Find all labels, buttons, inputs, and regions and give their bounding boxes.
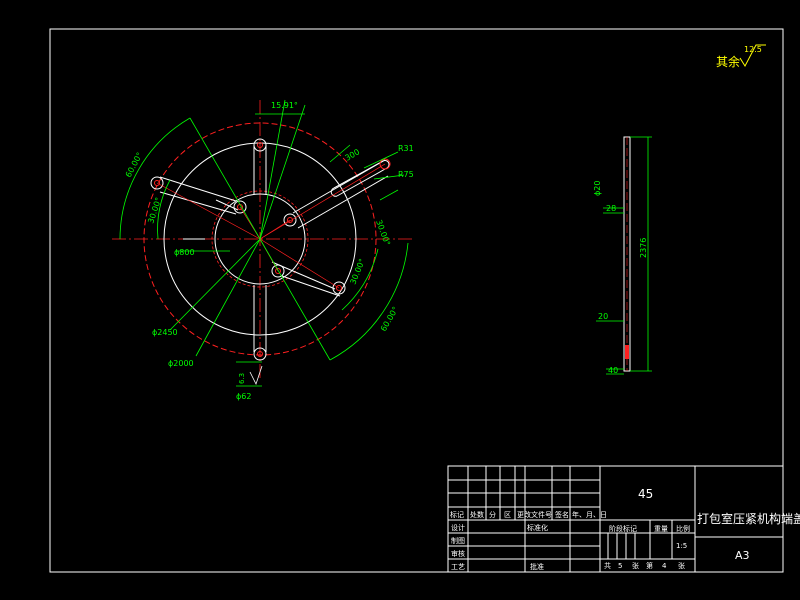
cad-drawing: 其余 12.5 15.91° 60.00° 30.00° 30.00° 30.0…: [49, 28, 800, 573]
rev-part: 分: [489, 510, 496, 519]
section-dim-2376: 2376: [639, 238, 648, 258]
label-design: 设计: [451, 523, 465, 532]
dim-300: 300: [344, 147, 362, 162]
stage-mark-label: 阶段标记: [609, 524, 637, 533]
plan-view: 15.91° 60.00° 30.00° 30.00° 30.00° 60.00…: [112, 99, 414, 401]
sheet-number: 4: [662, 562, 667, 570]
section-dim-28: 28: [606, 204, 616, 213]
dia-62: ϕ62: [236, 392, 251, 401]
dia-2450: ϕ2450: [152, 328, 178, 337]
sheet-number-prefix: 第: [646, 561, 653, 570]
dia-2000: ϕ2000: [168, 359, 194, 368]
label-process: 工艺: [451, 563, 465, 571]
section-dia-20: ϕ20: [593, 181, 602, 196]
weight-label: 重量: [654, 525, 668, 533]
rev-zone: 区: [504, 511, 511, 519]
section-mark: [625, 345, 629, 359]
section-dim-40: 40: [608, 366, 618, 375]
label-standardize: 标准化: [527, 523, 548, 532]
dim-r75: R75: [398, 170, 414, 179]
roughness-value: 6.3: [238, 373, 246, 384]
part-name: 打包室压紧机构端盖: [697, 511, 800, 526]
surface-finish-note: 其余 12.5: [716, 44, 766, 69]
angle-30-right-bottom: 30.00°: [349, 257, 367, 285]
title-block-text: 45 打包室压紧机构端盖 A3 1:5 标记 处数 分 区 更改文件号 签名 年…: [450, 487, 800, 571]
rev-date: 年、月、日: [572, 510, 607, 519]
rev-mark: 标记: [450, 510, 464, 519]
sheet-size: A3: [735, 549, 750, 562]
rev-sign: 签名: [555, 510, 569, 519]
label-drawing: 制图: [451, 536, 465, 545]
material: 45: [638, 487, 653, 501]
dim-r31: R31: [398, 144, 414, 153]
rev-count: 处数: [470, 510, 484, 519]
scale-value: 1:5: [676, 542, 687, 550]
angle-15-91: 15.91°: [271, 101, 298, 110]
angle-60-right: 60.00°: [379, 305, 400, 333]
section-dim-20: 20: [598, 312, 608, 321]
rev-doc: 更改文件号: [517, 510, 552, 519]
label-approve: 批准: [530, 562, 544, 571]
sheets-total-prefix: 共: [604, 561, 611, 570]
angle-30-right-top: 30.00°: [374, 219, 392, 247]
sheets-total-suffix: 张: [632, 561, 639, 570]
section-view: ϕ20 28 2376 20 40: [593, 136, 652, 375]
label-review: 审核: [451, 549, 465, 558]
sheets-total: 5: [618, 562, 622, 570]
sheet-number-suffix: 张: [678, 561, 685, 570]
dia-800: ϕ800: [174, 248, 195, 257]
scale-label: 比例: [676, 524, 690, 533]
angle-30-left: 30.00°: [146, 196, 163, 224]
drawing-frame: [49, 28, 784, 573]
surface-finish-value: 12.5: [744, 45, 762, 54]
surface-finish-label: 其余: [716, 54, 740, 69]
